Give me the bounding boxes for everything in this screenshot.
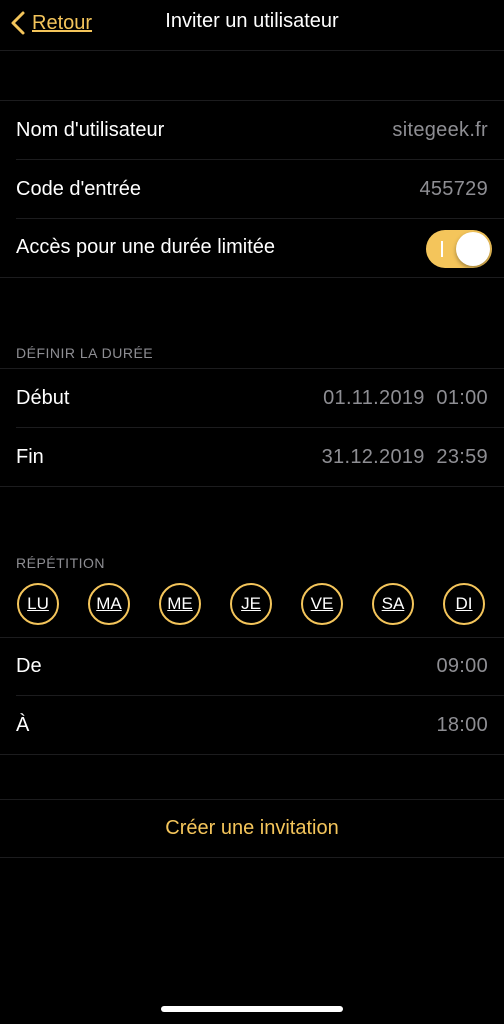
duration-section-header: DÉFINIR LA DURÉE bbox=[16, 345, 154, 361]
day-toggle-sunday[interactable]: DI bbox=[443, 583, 485, 625]
create-invitation-button[interactable]: Créer une invitation bbox=[0, 817, 504, 840]
username-value: sitegeek.fr bbox=[392, 119, 488, 141]
entry-code-label: Code d'entrée bbox=[16, 178, 142, 200]
day-toggle-tuesday[interactable]: MA bbox=[88, 583, 130, 625]
end-row[interactable]: Fin 31.12.2019 23:59 bbox=[0, 428, 504, 486]
limited-access-row: Accès pour une durée limitée bbox=[0, 218, 504, 278]
from-time-label: De bbox=[16, 655, 42, 677]
start-row[interactable]: Début 01.11.2019 01:00 bbox=[0, 369, 504, 427]
from-time-value: 09:00 bbox=[436, 655, 488, 677]
limited-access-toggle[interactable] bbox=[426, 230, 492, 268]
end-label: Fin bbox=[16, 446, 44, 468]
username-row[interactable]: Nom d'utilisateur sitegeek.fr bbox=[0, 101, 504, 159]
divider bbox=[0, 277, 504, 278]
day-toggle-saturday[interactable]: SA bbox=[372, 583, 414, 625]
username-label: Nom d'utilisateur bbox=[16, 119, 165, 141]
toggle-knob bbox=[456, 232, 490, 266]
divider bbox=[0, 857, 504, 858]
divider bbox=[0, 799, 504, 800]
day-toggle-friday[interactable]: VE bbox=[301, 583, 343, 625]
divider bbox=[0, 486, 504, 487]
navigation-bar: Retour Inviter un utilisateur bbox=[0, 0, 504, 51]
home-indicator[interactable] bbox=[161, 1006, 343, 1012]
to-time-row[interactable]: À 18:00 bbox=[0, 696, 504, 754]
to-time-value: 18:00 bbox=[436, 714, 488, 736]
start-value: 01.11.2019 01:00 bbox=[323, 387, 488, 409]
entry-code-row[interactable]: Code d'entrée 455729 bbox=[0, 160, 504, 218]
entry-code-value: 455729 bbox=[419, 178, 488, 200]
end-value: 31.12.2019 23:59 bbox=[321, 446, 488, 468]
day-selector: LU MA ME JE VE SA DI bbox=[0, 583, 504, 629]
day-toggle-wednesday[interactable]: ME bbox=[159, 583, 201, 625]
repetition-section-header: RÉPÉTITION bbox=[16, 555, 106, 571]
day-toggle-thursday[interactable]: JE bbox=[230, 583, 272, 625]
from-time-row[interactable]: De 09:00 bbox=[0, 637, 504, 695]
divider bbox=[0, 754, 504, 755]
day-toggle-monday[interactable]: LU bbox=[17, 583, 59, 625]
page-title: Inviter un utilisateur bbox=[165, 10, 339, 32]
toggle-on-mark bbox=[441, 241, 443, 257]
start-label: Début bbox=[16, 387, 70, 409]
limited-access-label: Accès pour une durée limitée bbox=[16, 236, 276, 258]
to-time-label: À bbox=[16, 714, 30, 736]
